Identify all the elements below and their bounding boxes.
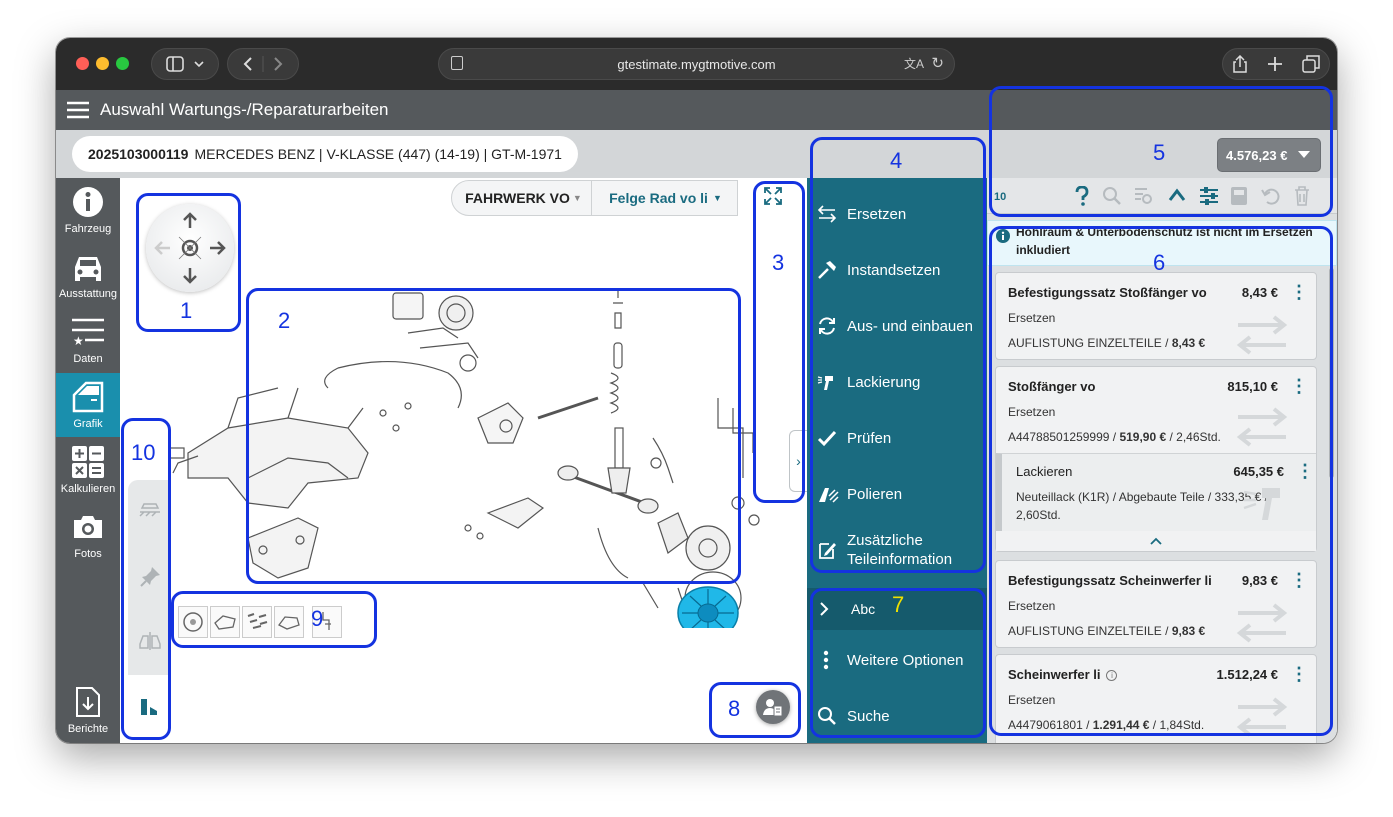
browser-window: gtestimate.mygtmotive.com 文A ↻ Auswahl W… [56,38,1337,743]
sidebar-icon [166,56,204,72]
page-title: Auswahl Wartungs-/Reparaturarbeiten [100,100,389,119]
report-download-icon [76,687,100,717]
annotation-label-5: 5 [1153,140,1166,165]
tabs-overview-icon[interactable] [1301,55,1320,73]
nav-buttons[interactable] [227,48,299,80]
annotation-label-9: 9 [311,606,324,631]
vehicle-id: 2025103000119 [88,146,189,162]
calculator-icon [72,446,104,478]
zoom-window-button[interactable] [116,57,129,70]
address-bar[interactable]: gtestimate.mygtmotive.com 文A ↻ [438,48,955,80]
group-select[interactable]: FAHRWERK VO ▼ [456,180,592,216]
left-navigation: Fahrzeug Ausstattung ★ Daten Grafik Kalk… [56,178,120,743]
annotation-box-3 [753,181,805,503]
page-icon [451,56,463,70]
part-select[interactable]: Felge Rad vo li ▼ [593,180,738,216]
group-select-value: FAHRWERK VO [465,190,570,206]
vehicle-description: MERCEDES BENZ | V-KLASSE (447) (14-19) |… [194,146,562,162]
info-icon [73,187,103,217]
nav-label: Grafik [73,418,103,430]
annotation-label-7: 7 [892,592,905,617]
nav-label: Fahrzeug [64,223,112,235]
reload-icon[interactable]: ↻ [931,54,944,72]
annotation-label-10: 10 [131,440,156,465]
nav-item-ausstattung[interactable]: Ausstattung [56,243,120,307]
url-text: gtestimate.mygtmotive.com [617,56,776,72]
annotation-box-2 [246,288,741,584]
browser-titlebar: gtestimate.mygtmotive.com 文A ↻ [56,38,1337,90]
annotation-label-3: 3 [772,250,785,275]
svg-text:★: ★ [73,334,84,347]
part-select-value: Felge Rad vo li [609,190,708,206]
annotation-label-4: 4 [890,148,903,173]
nav-label: Berichte [67,723,109,735]
camera-icon [74,516,102,538]
annotation-box-4 [810,137,986,573]
nav-label: Fotos [74,548,102,560]
annotation-label-2: 2 [278,308,291,333]
nav-item-daten[interactable]: ★ Daten [56,308,120,372]
annotation-box-10 [121,418,171,740]
minimize-window-button[interactable] [96,57,109,70]
browser-right-buttons [1222,48,1330,80]
nav-label: Ausstattung [58,288,118,300]
hamburger-menu-icon[interactable] [66,101,90,119]
sidebar-toggle-button[interactable] [151,48,219,80]
nav-item-grafik[interactable]: Grafik [56,373,120,437]
annotation-box-6 [989,226,1333,736]
nav-label: Kalkulieren [60,483,116,495]
annotation-label-8: 8 [728,696,741,721]
vehicle-info-pill[interactable]: 2025103000119 MERCEDES BENZ | V-KLASSE (… [72,136,578,172]
back-forward-icon [243,56,283,72]
nav-item-fotos[interactable]: Fotos [56,503,120,567]
nav-item-kalkulieren[interactable]: Kalkulieren [56,438,120,502]
new-tab-icon[interactable] [1267,56,1283,72]
annotation-box-8 [709,682,801,738]
annotation-box-9 [171,591,377,648]
close-window-button[interactable] [76,57,89,70]
data-list-icon: ★ [72,318,104,347]
annotation-label-6: 6 [1153,250,1166,275]
caret-down-icon: ▼ [572,193,582,203]
translate-icon[interactable]: 文A [904,55,924,72]
nav-label: Daten [73,353,103,365]
annotation-label-1: 1 [180,298,193,323]
car-door-icon [72,381,104,413]
share-icon[interactable] [1232,55,1248,73]
caret-down-icon: ▼ [712,193,722,203]
nav-item-berichte[interactable]: Berichte [56,678,120,742]
nav-item-fahrzeug[interactable]: Fahrzeug [56,178,120,242]
car-icon [75,257,101,281]
